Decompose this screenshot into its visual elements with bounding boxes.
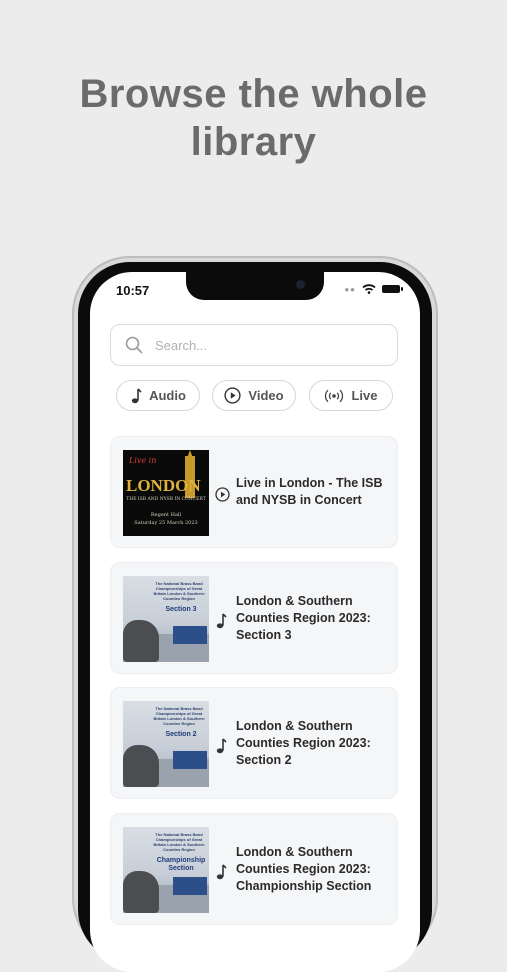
search-bar[interactable] (110, 324, 398, 366)
library-item-card[interactable]: The National Brass Band Championships of… (110, 562, 398, 674)
signal-icon: ●● (344, 284, 356, 294)
broadcast-icon (325, 389, 344, 402)
thumb-subtitle: THE ISB AND NYSB IN CONCERT (126, 497, 206, 502)
filter-video-chip[interactable]: Video (212, 380, 296, 411)
item-thumbnail: The National Brass Band Championships of… (123, 701, 209, 787)
battery-icon (382, 285, 403, 293)
filter-audio-chip[interactable]: Audio (116, 380, 200, 411)
headline-line-2: library (190, 120, 317, 164)
thumb-big-text: LONDON (126, 476, 201, 495)
headline-line-1: Browse the whole (79, 72, 428, 116)
wifi-icon (362, 284, 376, 294)
filter-audio-label: Audio (149, 388, 186, 403)
search-icon (125, 336, 143, 354)
item-title: London & Southern Counties Region 2023: … (236, 844, 372, 893)
status-icons: ●● (344, 284, 403, 294)
thumb-header: The National Brass Band Championships of… (153, 581, 205, 601)
thumb-header: The National Brass Band Championships of… (153, 706, 205, 726)
promo-headline: Browse the whole library (0, 70, 507, 166)
play-circle-icon (224, 387, 242, 404)
camera-icon (296, 280, 305, 289)
item-title: London & Southern Counties Region 2023: … (236, 593, 371, 642)
item-thumbnail: The National Brass Band Championships of… (123, 827, 209, 913)
filter-video-label: Video (248, 388, 284, 403)
thumb-date: Saturday 25 March 2023 (134, 520, 198, 526)
search-input[interactable] (153, 336, 377, 354)
thumb-tree (123, 745, 159, 787)
thumb-sign (173, 626, 207, 644)
filter-live-chip[interactable]: Live (309, 380, 393, 411)
thumb-sign (173, 751, 207, 769)
music-note-icon (131, 387, 142, 403)
play-circle-icon (215, 487, 230, 502)
thumb-sign (173, 877, 207, 895)
music-note-icon (216, 864, 227, 880)
thumb-section: Section 3 (165, 606, 197, 613)
item-thumbnail: Live in LONDON THE ISB AND NYSB IN CONCE… (123, 450, 209, 536)
thumb-script-text: Live in (129, 456, 157, 465)
library-item-card[interactable]: The National Brass Band Championships of… (110, 687, 398, 799)
status-time: 10:57 (116, 283, 150, 298)
thumb-tree (123, 620, 159, 662)
thumb-tree (123, 871, 159, 913)
library-item-card[interactable]: Live in LONDON THE ISB AND NYSB IN CONCE… (110, 436, 398, 548)
music-note-icon (216, 613, 227, 629)
thumb-venue: Regent Hall (150, 512, 182, 518)
music-note-icon (216, 738, 227, 754)
item-thumbnail: The National Brass Band Championships of… (123, 576, 209, 662)
thumb-section: Championship Section (156, 857, 206, 872)
item-title: London & Southern Counties Region 2023: … (236, 718, 371, 767)
item-title: Live in London - The ISB and NYSB in Con… (236, 476, 383, 507)
filter-chips: Audio Video Live (116, 380, 396, 412)
library-item-card[interactable]: The National Brass Band Championships of… (110, 813, 398, 925)
notch (186, 272, 324, 300)
thumb-section: Section 2 (165, 731, 197, 738)
filter-live-label: Live (351, 388, 378, 403)
thumb-header: The National Brass Band Championships of… (153, 832, 205, 852)
app-screen: 10:57 ●● Audio (90, 272, 420, 972)
